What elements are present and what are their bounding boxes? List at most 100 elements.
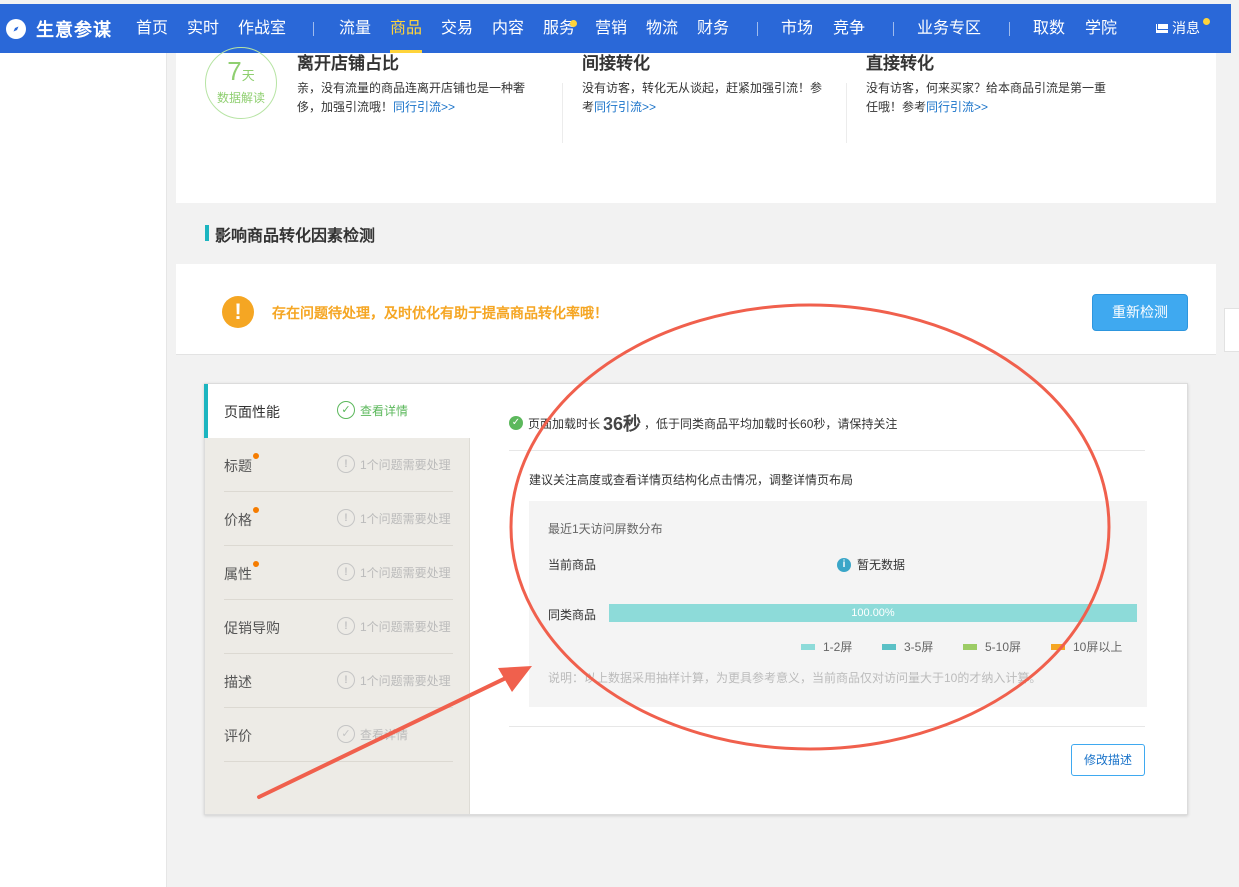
alert-message: 存在问题待处理，及时优化有助于提高商品转化率哦！ xyxy=(272,305,608,321)
nav-item-product[interactable]: 商品 xyxy=(390,4,423,53)
exclamation-circle-icon: ! xyxy=(337,617,355,635)
tab-status-text: 1个问题需要处理 xyxy=(360,457,451,472)
side-float-tab[interactable] xyxy=(1224,308,1239,352)
exclamation-circle-icon: ! xyxy=(337,671,355,689)
peer-traffic-link[interactable]: 同行引流>> xyxy=(594,100,656,114)
check-circle-icon: ✓ xyxy=(337,725,355,743)
nav-item-service[interactable]: 服务 xyxy=(543,4,575,53)
summary-leave-shop: 离开店铺占比 亲，没有流量的商品连离开店铺也是一种奢侈，加强引流哦！同行引流>> xyxy=(297,53,547,117)
edit-description-button[interactable]: 修改描述 xyxy=(1071,744,1145,776)
check-circle-icon: ✓ xyxy=(337,401,355,419)
factor-tabs: 页面性能 ✓ 查看详情 标题! 1个问题需要处理 价格! 1个问题需要处理 属性! 1个问题需要… xyxy=(204,384,470,814)
problem-alert: ! 存在问题待处理，及时优化有助于提高商品转化率哦！ 重新检测 xyxy=(176,264,1216,355)
nav-item-academy[interactable]: 学院 xyxy=(1085,4,1117,53)
legend-swatch xyxy=(963,643,977,650)
nav-item-trade[interactable]: 交易 xyxy=(441,4,473,53)
section-title: 影响商品转化因素检测 xyxy=(215,228,376,245)
tab-label: 评价 xyxy=(224,728,252,744)
messages-link[interactable]: 消息 xyxy=(1156,4,1200,53)
tab-label: 促销导购 xyxy=(224,620,280,636)
tab-status-text: 查看详情 xyxy=(360,403,409,418)
legend-item: 10屏以上 xyxy=(1051,638,1122,655)
exclamation-circle-icon: ! xyxy=(337,509,355,527)
peer-distribution-bar: 100.00% xyxy=(609,604,1137,622)
tab-attributes[interactable]: 属性 ! 1个问题需要处理 xyxy=(205,546,469,600)
no-data-text: 暂无数据 xyxy=(857,558,906,572)
tab-status: ! 1个问题需要处理 xyxy=(337,563,451,581)
tab-status: ! 1个问题需要处理 xyxy=(337,509,451,527)
summary-indirect-conversion: 间接转化 没有访客，转化无从谈起，赶紧加强引流！参考同行引流>> xyxy=(582,53,832,117)
tab-status: ! 1个问题需要处理 xyxy=(337,671,451,689)
performance-content: ✓ 页面加载时长 36秒 ，低于同类商品平均加载时长60秒，请保持关注 建议关注… xyxy=(469,384,1187,814)
legend-swatch xyxy=(1051,643,1065,650)
summary-strip: 7天 数据解读 离开店铺占比 亲，没有流量的商品连离开店铺也是一种奢侈，加强引流… xyxy=(176,47,1216,203)
tab-promotion[interactable]: 促销导购! 1个问题需要处理 xyxy=(205,600,469,654)
load-time-value: 36秒 xyxy=(603,414,642,434)
compass-icon xyxy=(6,18,26,39)
divider xyxy=(509,726,1145,727)
nav-item-war-room[interactable]: 作战室 xyxy=(238,4,286,53)
main-content: 7天 数据解读 离开店铺占比 亲，没有流量的商品连离开店铺也是一种奢侈，加强引流… xyxy=(176,47,1216,887)
load-time-line: ✓ 页面加载时长 36秒 ，低于同类商品平均加载时长60秒，请保持关注 xyxy=(509,410,897,436)
nav-item-business-zone[interactable]: 业务专区 xyxy=(917,4,981,53)
tab-label: 描述 xyxy=(224,674,252,690)
summary-title: 直接转化 xyxy=(866,54,934,73)
tab-status-text: 1个问题需要处理 xyxy=(360,619,451,634)
nav-item-realtime[interactable]: 实时 xyxy=(187,4,219,53)
load-time-suffix: ，低于同类商品平均加载时长60秒，请保持关注 xyxy=(644,416,898,431)
brand[interactable]: 生意参谋 xyxy=(6,4,112,53)
tab-status-text: 查看详情 xyxy=(360,727,409,742)
tab-title[interactable]: 标题! 1个问题需要处理 xyxy=(205,438,469,492)
envelope-icon xyxy=(1156,24,1168,33)
peer-traffic-link[interactable]: 同行引流>> xyxy=(393,100,455,114)
recheck-button[interactable]: 重新检测 xyxy=(1092,294,1188,331)
tab-status: ✓ 查看详情 xyxy=(337,725,408,743)
nav-notice-dot xyxy=(570,20,577,27)
distribution-title: 最近1天访问屏数分布 xyxy=(548,522,663,536)
summary-divider xyxy=(562,83,563,143)
check-detail-area: 页面性能 ✓ 查看详情 标题! 1个问题需要处理 价格! 1个问题需要处理 属性! 1个问题需要… xyxy=(176,355,1216,887)
tab-reviews[interactable]: 评价 ✓ 查看详情 xyxy=(205,708,469,762)
nav-item-market[interactable]: 市场 xyxy=(781,4,813,53)
sampling-note: 说明：以上数据采用抽样计算，为更具参考意义，当前商品仅对访问量大于10的才纳入计… xyxy=(548,671,1042,685)
nav-item-fetch-data[interactable]: 取数 xyxy=(1033,4,1065,53)
issue-dot xyxy=(253,507,259,513)
nav-item-home[interactable]: 首页 xyxy=(136,4,168,53)
tab-status: ✓ 查看详情 xyxy=(337,401,408,419)
legend-label: 1-2屏 xyxy=(823,640,853,654)
tab-label: 标题 xyxy=(224,458,252,474)
info-icon: i xyxy=(837,557,851,572)
issue-dot xyxy=(253,561,259,567)
legend-item: 1-2屏 xyxy=(801,638,852,655)
nav-item-traffic[interactable]: 流量 xyxy=(339,4,371,53)
no-data-indicator: i 暂无数据 xyxy=(837,556,905,573)
badge-unit: 天 xyxy=(241,68,255,83)
exclamation-circle-icon: ! xyxy=(337,563,355,581)
section-header: 影响商品转化因素检测 xyxy=(176,203,1216,263)
screen-distribution-box: 最近1天访问屏数分布 当前商品 i 暂无数据 同类商品 100.00% 1-2屏… xyxy=(529,501,1147,707)
nav-item-marketing[interactable]: 营销 xyxy=(595,4,627,53)
message-notice-dot xyxy=(1203,18,1210,25)
nav-item-content[interactable]: 内容 xyxy=(492,4,524,53)
messages-label: 消息 xyxy=(1172,20,1200,36)
legend-label: 5-10屏 xyxy=(985,640,1022,654)
peer-bar-fill: 100.00% xyxy=(609,604,1137,622)
tab-label: 属性 xyxy=(224,566,252,582)
nav-item-competition[interactable]: 竞争 xyxy=(833,4,865,53)
legend-item: 5-10屏 xyxy=(963,638,1021,655)
peer-product-label: 同类商品 xyxy=(548,608,597,622)
tab-description[interactable]: 描述 ! 1个问题需要处理 xyxy=(205,654,469,708)
load-time-prefix: 页面加载时长 xyxy=(528,416,601,431)
nav-item-logistics[interactable]: 物流 xyxy=(646,4,678,53)
layout-suggestion: 建议关注高度或查看详情页结构化点击情况，调整详情页布局 xyxy=(529,473,854,487)
nav-separator xyxy=(757,22,758,36)
tab-page-performance[interactable]: 页面性能 ✓ 查看详情 xyxy=(204,384,470,438)
tab-price[interactable]: 价格! 1个问题需要处理 xyxy=(205,492,469,546)
summary-divider xyxy=(846,83,847,143)
current-product-label: 当前商品 xyxy=(548,558,597,572)
legend-swatch xyxy=(801,643,815,650)
nav-item-finance[interactable]: 财务 xyxy=(697,4,729,53)
peer-traffic-link[interactable]: 同行引流>> xyxy=(926,100,988,114)
legend-label: 10屏以上 xyxy=(1073,640,1123,654)
tab-label: 页面性能 xyxy=(224,404,280,420)
